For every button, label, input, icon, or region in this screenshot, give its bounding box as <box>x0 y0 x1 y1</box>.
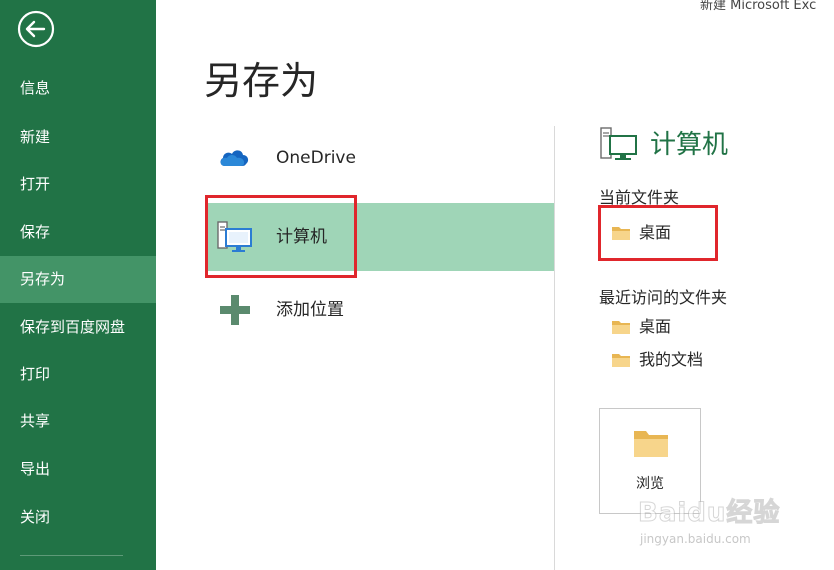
nav-item-open[interactable]: 打开 <box>0 161 156 208</box>
nav-item-save-to-baidu[interactable]: 保存到百度网盘 <box>0 304 156 351</box>
page-title: 另存为 <box>204 59 319 103</box>
computer-icon <box>600 127 637 160</box>
place-onedrive[interactable]: OneDrive <box>205 124 554 192</box>
folder-icon <box>634 431 668 457</box>
nav-item-info[interactable]: 信息 <box>0 65 156 112</box>
recent-folders-heading: 最近访问的文件夹 <box>599 288 728 307</box>
folder-icon <box>612 227 630 240</box>
place-add-location[interactable]: 添加位置 <box>205 276 554 344</box>
folder-label: 桌面 <box>639 223 672 242</box>
panel-divider <box>554 126 555 570</box>
watermark-logo: Baidu经验 <box>637 498 781 529</box>
current-folder-heading: 当前文件夹 <box>599 188 680 207</box>
annotation-highlight-computer <box>205 195 357 278</box>
watermark-url: jingyan.baidu.com <box>640 532 751 546</box>
folder-label: 我的文档 <box>639 350 704 369</box>
folder-icon <box>612 321 630 334</box>
nav-item-export[interactable]: 导出 <box>0 446 156 493</box>
back-arrow-circle-icon[interactable] <box>15 8 57 50</box>
nav-divider <box>20 555 123 556</box>
baidu-jingyan-watermark: Baidu经验 jingyan.baidu.com <box>637 478 818 558</box>
section-title: 计算机 <box>650 130 729 160</box>
nav-item-new[interactable]: 新建 <box>0 114 156 161</box>
nav-item-save-as[interactable]: 另存为 <box>0 256 156 303</box>
plus-icon <box>220 295 250 325</box>
place-label: OneDrive <box>276 148 356 168</box>
nav-item-close[interactable]: 关闭 <box>0 494 156 541</box>
nav-item-save[interactable]: 保存 <box>0 209 156 256</box>
nav-item-print[interactable]: 打印 <box>0 351 156 398</box>
place-label: 添加位置 <box>276 300 344 320</box>
folder-icon <box>612 354 630 367</box>
window-title: 新建 Microsoft Exc <box>700 0 817 13</box>
nav-item-share[interactable]: 共享 <box>0 398 156 445</box>
backstage-nav: 信息 新建 打开 保存 另存为 保存到百度网盘 打印 共享 导出 关闭 <box>0 0 156 570</box>
onedrive-cloud-icon <box>220 150 249 166</box>
folder-label: 桌面 <box>639 317 672 336</box>
